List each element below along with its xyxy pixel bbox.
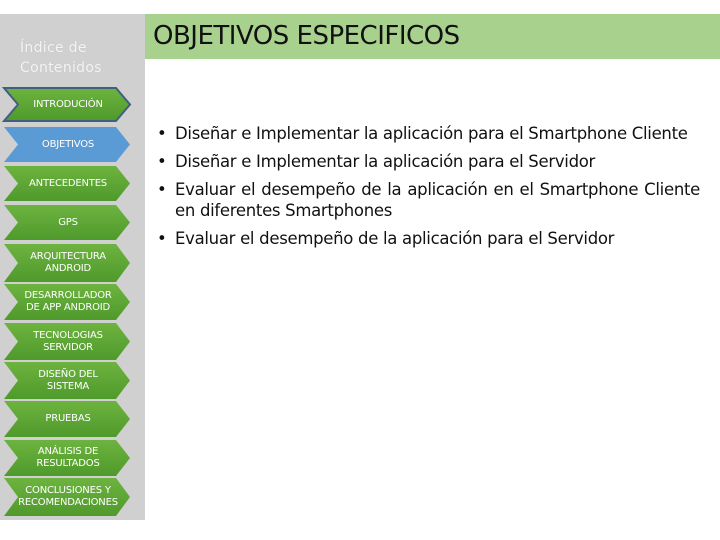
list-item: Diseñar e Implementar la aplicación para… — [155, 151, 700, 172]
sidebar-item-analisis-de-resultados[interactable]: ANÁLISIS DE RESULTADOS — [4, 440, 130, 476]
sidebar-item-conclusiones-y-recomendaciones[interactable]: CONCLUSIONES Y RECOMENDACIONES — [4, 478, 130, 516]
sidebar-item-label: ARQUITECTURA ANDROID — [30, 251, 106, 274]
sidebar-item-label: DISEÑO DEL SISTEMA — [38, 368, 98, 392]
sidebar-item-label: CONCLUSIONES Y RECOMENDACIONES — [18, 485, 118, 508]
sidebar-item-tecnologias-servidor[interactable]: TECNOLOGIAS SERVIDOR — [4, 323, 130, 360]
list-item: Evaluar el desempeño de la aplicación pa… — [155, 228, 700, 249]
sidebar-item-gps[interactable]: GPS — [4, 205, 130, 240]
sidebar-item-label: GPS — [58, 216, 78, 228]
sidebar-item-label: OBJETIVOS — [41, 138, 95, 150]
sidebar-item-label: INTRODUCIÓN — [33, 98, 103, 110]
sidebar-item-desarrollador-app-android[interactable]: DESARROLLADOR DE APP ANDROID — [4, 284, 130, 320]
sidebar-item-arquitectura-android[interactable]: ARQUITECTURA ANDROID — [4, 244, 130, 282]
sidebar-title: Índice de Contenidos — [20, 40, 102, 76]
sidebar-item-label: ANÁLISIS DE RESULTADOS — [36, 446, 100, 469]
sidebar-item-label: ANTECEDENTES — [29, 177, 107, 189]
list-item: Evaluar el desempeño de la aplicación en… — [155, 179, 700, 221]
slide-title-bar: OBJETIVOS ESPECIFICOS — [145, 14, 720, 59]
sidebar-item-introduccion[interactable]: INTRODUCIÓN — [1, 87, 132, 122]
sidebar-item-antecedentes[interactable]: ANTECEDENTES — [4, 166, 130, 201]
sidebar-item-pruebas[interactable]: PRUEBAS — [4, 401, 130, 437]
page-title: OBJETIVOS ESPECIFICOS — [153, 21, 460, 51]
sidebar-item-diseno-del-sistema[interactable]: DISEÑO DEL SISTEMA — [4, 362, 130, 399]
list-item: Diseñar e Implementar la aplicación para… — [155, 123, 700, 144]
sidebar-item-label: PRUEBAS — [45, 413, 91, 424]
sidebar-item-label: DESARROLLADOR DE APP ANDROID — [24, 290, 112, 313]
objectives-list: Diseñar e Implementar la aplicación para… — [155, 123, 700, 256]
sidebar-item-label: TECNOLOGIAS SERVIDOR — [33, 329, 103, 353]
sidebar-item-objetivos[interactable]: OBJETIVOS — [4, 127, 130, 162]
